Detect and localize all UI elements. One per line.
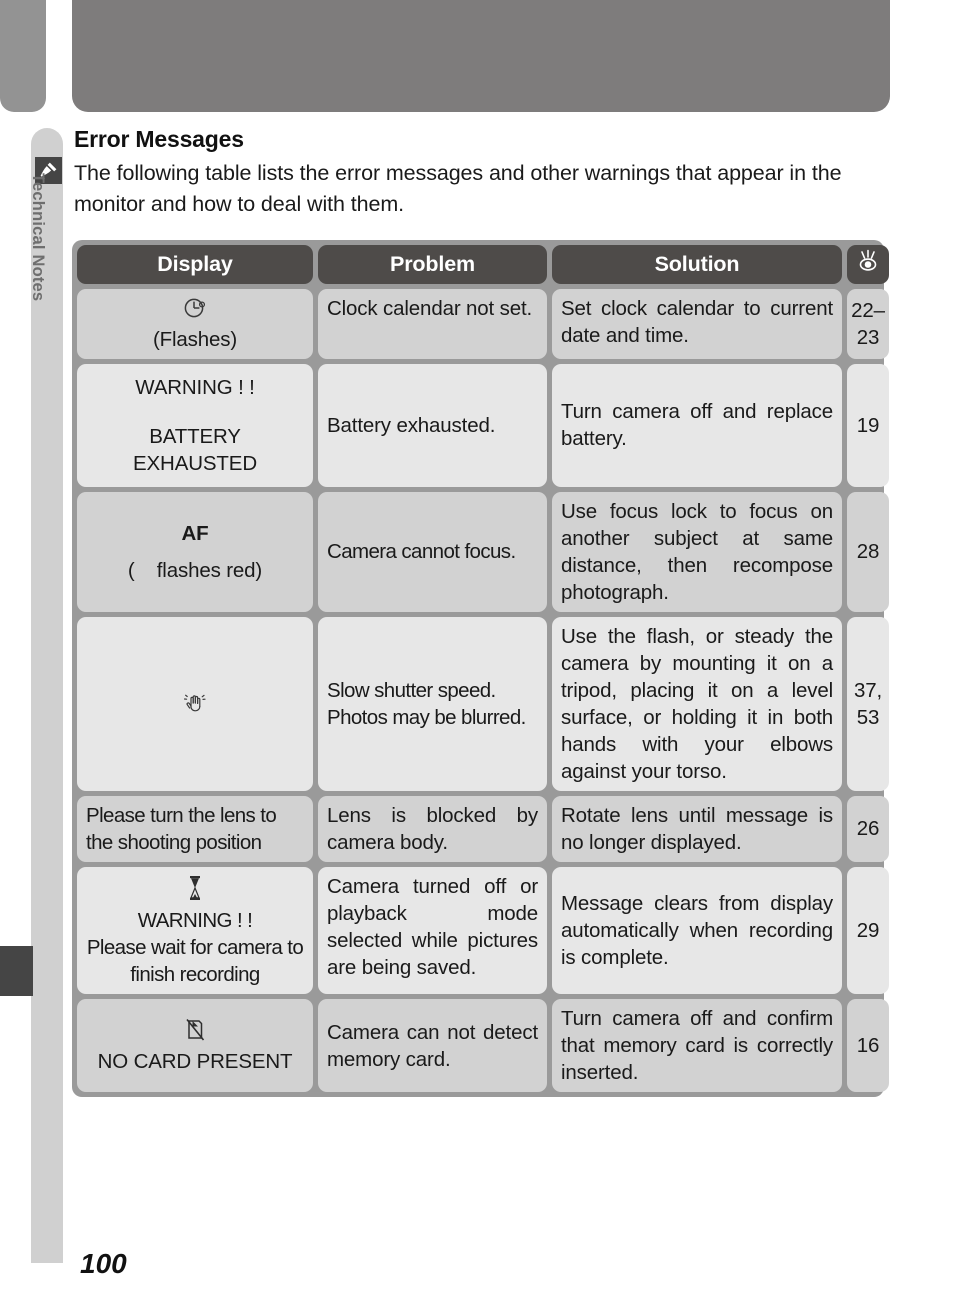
table-row: AF ( flashes red) Camera cannot focus. U…: [77, 491, 889, 612]
cell-display-text: (Flashes): [152, 327, 238, 351]
clock-icon: [182, 295, 208, 326]
cell-problem: Camera can not detect memory card.: [318, 999, 547, 1092]
cell-solution: Message clears from display automaticall…: [552, 866, 842, 994]
cell-display-line-2: BATTERY: [149, 424, 241, 448]
cell-display: (Flashes): [77, 289, 313, 359]
cell-problem: Camera turned off or playback mode selec…: [318, 866, 547, 994]
cell-page-reference: 16: [847, 999, 889, 1092]
cell-page-reference: 37, 53: [847, 616, 889, 791]
cell-display-line-1: WARNING ! !: [137, 909, 253, 932]
cell-page-reference: 26: [847, 795, 889, 862]
cell-problem: Clock calendar not set.: [318, 289, 547, 359]
sidebar-tab-label: Technical Notes: [29, 173, 48, 302]
cell-display: WARNING ! ! BATTERY EXHAUSTED: [77, 363, 313, 487]
cell-problem: Battery exhausted.: [318, 363, 547, 487]
table-row: WARNING ! ! Please wait for camera to fi…: [77, 866, 889, 994]
cell-display: [77, 616, 313, 791]
cell-display: Please turn the lens to the shooting pos…: [77, 795, 313, 862]
cell-display-text: NO CARD PRESENT: [97, 1050, 293, 1074]
shaking-hand-icon: [180, 686, 210, 721]
table-header-row: Display Problem Solution: [77, 245, 889, 284]
cell-solution: Turn camera off and confirm that memory …: [552, 999, 842, 1092]
column-header-problem: Problem: [318, 245, 547, 284]
page-ref-line-1: 19: [856, 413, 880, 437]
column-header-reference: [847, 245, 889, 284]
cell-display: AF ( flashes red): [77, 491, 313, 612]
cell-problem: Lens is blocked by camera body.: [318, 795, 547, 862]
cell-solution: Use focus lock to focus on another subje…: [552, 491, 842, 612]
page-ref-line-1: 37,: [853, 678, 883, 702]
page-ref-line-1: 22–: [851, 298, 885, 322]
cell-problem: Slow shutter speed. Photos may be blurre…: [318, 616, 547, 791]
cell-display: NO CARD PRESENT: [77, 999, 313, 1092]
top-header-bar: [72, 0, 890, 112]
chapter-edge-marker: [0, 946, 33, 996]
column-header-display: Display: [77, 245, 313, 284]
cell-solution: Rotate lens until message is no longer d…: [552, 795, 842, 862]
page-ref-line-1: 29: [856, 918, 880, 942]
table-row: (Flashes) Clock calendar not set. Set cl…: [77, 289, 889, 359]
cell-page-reference: 22– 23: [847, 289, 889, 359]
cell-solution: Use the flash, or steady the camera by m…: [552, 616, 842, 791]
page-ref-line-1: 26: [856, 817, 880, 840]
intro-paragraph: The following table lists the error mess…: [74, 161, 842, 216]
eye-reference-icon: [855, 248, 881, 281]
cell-display-line-1: AF: [181, 521, 209, 545]
error-messages-table: Display Problem Solution (Flashes) Clock…: [72, 240, 889, 1097]
page-number: 100: [80, 1248, 127, 1279]
hourglass-icon: [184, 873, 206, 908]
table-row: Please turn the lens to the shooting pos…: [77, 795, 889, 862]
no-card-icon: [180, 1016, 210, 1049]
table-row: NO CARD PRESENT Camera can not detect me…: [77, 999, 889, 1092]
cell-display-line-3: EXHAUSTED: [133, 451, 257, 475]
page-ref-line-2: 23: [856, 325, 880, 349]
column-header-solution: Solution: [552, 245, 842, 284]
cell-page-reference: 19: [847, 363, 889, 487]
page-ref-line-1: 28: [856, 540, 880, 563]
cell-display-line-1: WARNING ! !: [135, 375, 255, 399]
cell-display-line-2: Please wait for camera to finish recordi…: [86, 936, 304, 986]
top-left-edge-tab: [0, 0, 46, 112]
table-row: Slow shutter speed. Photos may be blurre…: [77, 616, 889, 791]
cell-page-reference: 28: [847, 491, 889, 612]
cell-solution: Set clock calendar to current date and t…: [552, 289, 842, 359]
page-title: Error Messages: [74, 126, 244, 152]
page-ref-line-2: 53: [856, 705, 880, 729]
cell-problem: Camera cannot focus.: [318, 491, 547, 612]
page-ref-line-1: 16: [856, 1034, 880, 1057]
cell-display-line-2: ( flashes red): [127, 558, 263, 582]
cell-solution: Turn camera off and replace battery.: [552, 363, 842, 487]
cell-page-reference: 29: [847, 866, 889, 994]
table-row: WARNING ! ! BATTERY EXHAUSTED Battery ex…: [77, 363, 889, 487]
cell-display: WARNING ! ! Please wait for camera to fi…: [77, 866, 313, 994]
